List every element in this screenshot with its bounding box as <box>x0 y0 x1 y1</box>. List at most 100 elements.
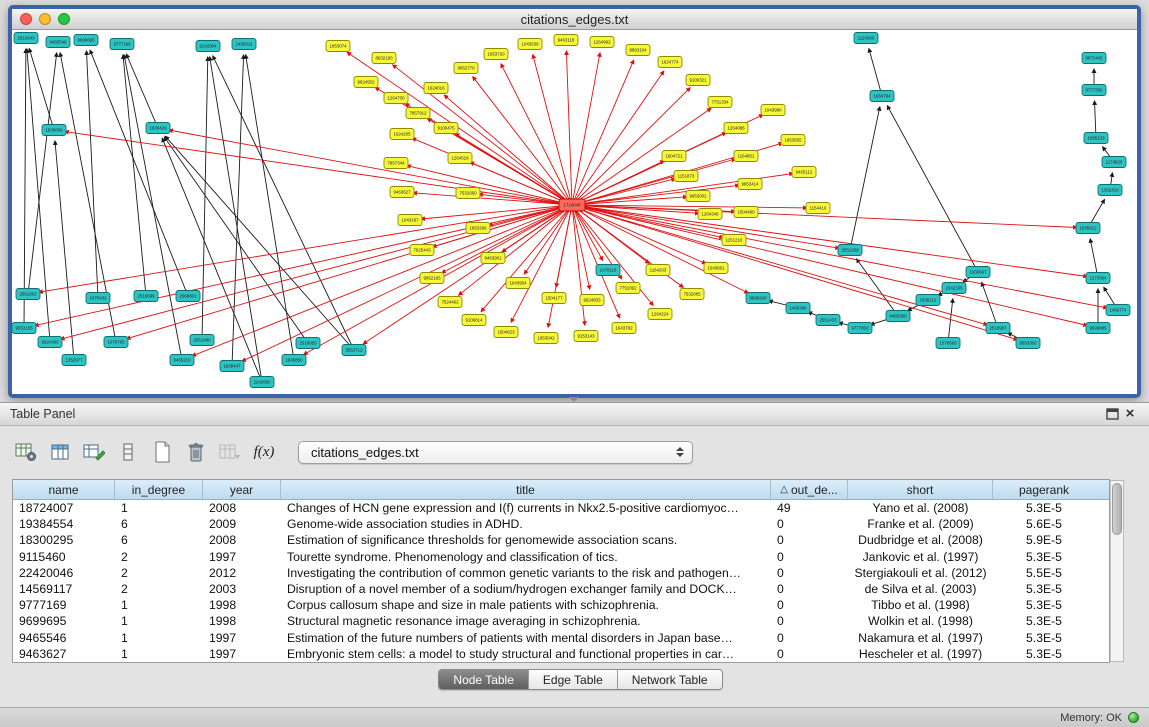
svg-text:2242004: 2242004 <box>199 44 217 49</box>
cell-in_degree: 1 <box>115 500 203 516</box>
zoom-window-button[interactable] <box>58 13 70 25</box>
close-window-button[interactable] <box>20 13 32 25</box>
svg-text:1043539: 1043539 <box>521 42 539 47</box>
table-row[interactable]: 969969511998Structural magnetic resonanc… <box>13 613 1109 629</box>
cell-short: Stergiakouli et al. (2012) <box>848 565 993 581</box>
svg-text:9465546: 9465546 <box>49 40 67 45</box>
tab-network-table[interactable]: Network Table <box>617 670 722 689</box>
svg-text:1164203: 1164203 <box>650 268 667 273</box>
cell-year: 1998 <box>203 613 281 629</box>
column-header-pagerank[interactable]: pagerank <box>993 480 1095 499</box>
table-settings-icon[interactable] <box>12 439 40 465</box>
float-panel-icon[interactable] <box>1103 406 1121 422</box>
column-header-label: pagerank <box>1019 483 1069 497</box>
svg-text:2551880: 2551880 <box>193 338 211 343</box>
table-row[interactable]: 1830029562008Estimation of significance … <box>13 532 1109 548</box>
cell-name: 14569117 <box>13 581 115 597</box>
table-panel-header: Table Panel × <box>0 403 1149 426</box>
cell-title: Changes of HCN gene expression and I(f) … <box>281 500 771 516</box>
cell-year: 2012 <box>203 565 281 581</box>
column-header-label: short <box>907 483 934 497</box>
table-selector-dropdown[interactable]: citations_edges.txt <box>298 441 693 464</box>
column-header-label: title <box>516 483 535 497</box>
minimize-window-button[interactable] <box>39 13 51 25</box>
column-header-year[interactable]: year <box>203 480 281 499</box>
create-table-icon[interactable] <box>148 439 176 465</box>
svg-text:1930667: 1930667 <box>969 270 987 275</box>
cell-in_degree: 1 <box>115 630 203 646</box>
svg-text:1838447: 1838447 <box>223 364 241 369</box>
table-row[interactable]: 1938455462009Genome-wide association stu… <box>13 516 1109 532</box>
svg-text:7751334: 7751334 <box>711 100 729 105</box>
table-row[interactable]: 911546021997Tourette syndrome. Phenomeno… <box>13 549 1109 565</box>
cell-name: 9699695 <box>13 613 115 629</box>
table-row[interactable]: 1872400712008Changes of HCN gene express… <box>13 500 1109 516</box>
table-row[interactable]: 946554611997Estimation of the future num… <box>13 630 1109 646</box>
column-header-out_de[interactable]: △out_de... <box>771 480 848 499</box>
svg-text:9463627: 9463627 <box>393 190 411 195</box>
rows-icon[interactable] <box>114 439 142 465</box>
cell-out_de: 49 <box>771 500 848 516</box>
window-title: citations_edges.txt <box>521 12 629 27</box>
window-titlebar[interactable]: citations_edges.txt <box>12 9 1137 30</box>
svg-text:1070118: 1070118 <box>600 268 617 273</box>
svg-text:9465210: 9465210 <box>173 358 191 363</box>
svg-text:2551209: 2551209 <box>841 248 859 253</box>
svg-text:1070795: 1070795 <box>107 340 125 345</box>
cell-pagerank: 5.6E-5 <box>993 516 1095 532</box>
svg-text:1070560: 1070560 <box>939 341 957 346</box>
import-table-icon[interactable] <box>216 439 244 465</box>
svg-text:9699240: 9699240 <box>749 296 767 301</box>
column-header-in_degree[interactable]: in_degree <box>115 480 203 499</box>
column-header-short[interactable]: short <box>848 480 993 499</box>
svg-text:9153143: 9153143 <box>577 334 595 339</box>
cell-title: Tourette syndrome. Phenomenology and cla… <box>281 549 771 565</box>
table-scrollbar[interactable] <box>1110 480 1124 662</box>
function-builder-icon[interactable]: f(x) <box>250 439 278 465</box>
cell-in_degree: 6 <box>115 532 203 548</box>
svg-text:1724046: 1724046 <box>563 203 581 208</box>
table-row[interactable]: 2242004622012Investigating the contribut… <box>13 565 1109 581</box>
cell-in_degree: 1 <box>115 613 203 629</box>
cell-pagerank: 5.3E-5 <box>993 581 1095 597</box>
svg-text:1124300: 1124300 <box>858 36 875 41</box>
network-canvas[interactable]: 1724046185307496245028632190126473016242… <box>12 30 1137 394</box>
svg-text:8632190: 8632190 <box>375 56 393 61</box>
svg-text:1930429: 1930429 <box>149 126 167 131</box>
svg-text:7857912: 7857912 <box>409 111 427 116</box>
table-scrollbar-thumb[interactable] <box>1112 483 1122 535</box>
svg-text:7532660: 7532660 <box>459 191 477 196</box>
column-header-name[interactable]: name <box>13 480 115 499</box>
svg-text:9953002: 9953002 <box>689 194 707 199</box>
svg-text:1264086: 1264086 <box>727 126 745 131</box>
cell-short: Tibbo et al. (1998) <box>848 597 993 613</box>
column-header-label: year <box>230 483 253 497</box>
delete-table-icon[interactable] <box>182 439 210 465</box>
tab-edge-table[interactable]: Edge Table <box>528 670 617 689</box>
svg-text:1164951: 1164951 <box>738 154 755 159</box>
svg-text:9553155: 9553155 <box>15 326 33 331</box>
column-header-title[interactable]: title <box>281 480 771 499</box>
svg-text:1624016: 1624016 <box>427 86 445 91</box>
table-selector-value: citations_edges.txt <box>311 445 676 460</box>
cell-pagerank: 5.3E-5 <box>993 597 1095 613</box>
svg-text:1456388: 1456388 <box>789 306 807 311</box>
network-graph[interactable]: 1724046185307496245028632190126473016242… <box>12 30 1137 394</box>
svg-text:1095133: 1095133 <box>1087 136 1105 141</box>
show-columns-icon[interactable] <box>46 439 74 465</box>
svg-text:7857344: 7857344 <box>387 161 405 166</box>
cell-short: Hescheler et al. (1997) <box>848 646 993 662</box>
edit-table-icon[interactable] <box>80 439 108 465</box>
cell-out_de: 0 <box>771 597 848 613</box>
svg-text:1664794: 1664794 <box>873 94 891 99</box>
cell-title: Embryonic stem cells: a model to study s… <box>281 646 771 662</box>
tab-node-table[interactable]: Node Table <box>439 670 528 689</box>
svg-text:1043904: 1043904 <box>509 281 527 286</box>
svg-text:2510699: 2510699 <box>137 294 155 299</box>
svg-text:9624833: 9624833 <box>583 298 601 303</box>
close-panel-icon[interactable]: × <box>1121 406 1139 422</box>
table-row[interactable]: 946362711997Embryonic stem cells: a mode… <box>13 646 1109 662</box>
table-row[interactable]: 977716911998Corpus callosum shape and si… <box>13 597 1109 613</box>
svg-text:1352410: 1352410 <box>1101 188 1119 193</box>
table-row[interactable]: 1456911722003Disruption of a novel membe… <box>13 581 1109 597</box>
